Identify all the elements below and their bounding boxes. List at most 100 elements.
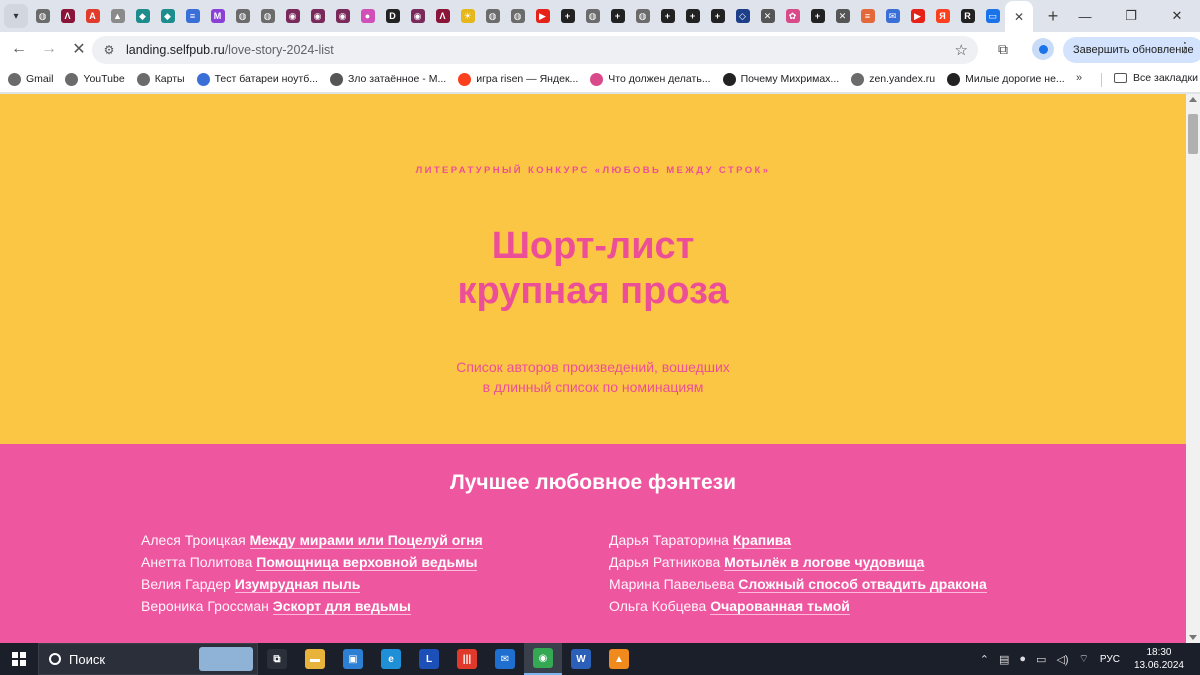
tray-icon[interactable]: ◁) — [1056, 653, 1068, 666]
browser-tab[interactable]: ◆ — [155, 1, 180, 31]
profile-avatar-icon[interactable] — [1032, 38, 1054, 60]
bookmark-item[interactable]: Gmail — [8, 72, 53, 86]
scroll-down-arrow-icon[interactable] — [1189, 635, 1197, 640]
browser-tab[interactable]: ● — [355, 1, 380, 31]
url-text[interactable]: landing.selfpub.ru/love-story-2024-list — [126, 43, 334, 57]
taskbar-app[interactable]: L — [410, 643, 448, 675]
stop-loading-icon[interactable]: ✕ — [64, 34, 94, 64]
more-menu-icon[interactable]: ⋮ — [1176, 39, 1194, 59]
browser-tab[interactable]: ◉ — [330, 1, 355, 31]
tray-icon[interactable]: ⌃ — [980, 653, 989, 666]
close-tab-icon[interactable]: ✕ — [1014, 10, 1024, 24]
bookmark-item[interactable]: Почему Михримах... — [722, 72, 839, 86]
bookmark-item[interactable]: Зло затаённое - М... — [329, 72, 446, 86]
bookmark-item[interactable]: игра risen — Яндек... — [458, 72, 578, 86]
taskbar-app[interactable]: e — [372, 643, 410, 675]
browser-tab[interactable]: + — [555, 1, 580, 31]
entry-title-link[interactable]: Крапива — [732, 532, 792, 549]
browser-tab[interactable]: + — [680, 1, 705, 31]
tray-icon[interactable]: ⌔ — [1079, 652, 1089, 666]
entry-title-link[interactable]: Сложный способ отвадить дракона — [738, 576, 987, 593]
language-indicator[interactable]: РУС — [1100, 654, 1120, 665]
tab-active[interactable]: ✕ — [1005, 1, 1033, 33]
bookmarks-overflow-button[interactable]: » — [1076, 72, 1082, 84]
browser-tab[interactable]: ◍ — [230, 1, 255, 31]
browser-tab[interactable]: M — [205, 1, 230, 31]
taskbar-app[interactable]: ▬ — [296, 643, 334, 675]
browser-tab[interactable]: ◍ — [30, 1, 55, 31]
browser-tab[interactable]: ✉ — [880, 1, 905, 31]
clock[interactable]: 18:30 13.06.2024 — [1134, 646, 1184, 672]
forward-arrow-icon[interactable]: → — [34, 34, 64, 64]
browser-tab[interactable]: ≡ — [855, 1, 880, 31]
entry-title-link[interactable]: Очарованная тьмой — [710, 598, 850, 615]
entry-title-link[interactable]: Эскорт для ведьмы — [272, 598, 411, 615]
browser-tab[interactable]: ◍ — [255, 1, 280, 31]
close-window-button[interactable]: ✕ — [1154, 0, 1200, 32]
browser-tab[interactable]: Λ — [430, 1, 455, 31]
bookmark-item[interactable]: Милые дорогие не... — [947, 72, 1065, 86]
browser-tab[interactable]: D — [380, 1, 405, 31]
browser-tab[interactable]: Я — [930, 1, 955, 31]
taskbar-app[interactable]: ▣ — [334, 643, 372, 675]
browser-tab[interactable]: ◍ — [580, 1, 605, 31]
browser-tab[interactable]: ◉ — [305, 1, 330, 31]
scroll-up-arrow-icon[interactable] — [1189, 97, 1197, 102]
entry-title-link[interactable]: Между мирами или Поцелуй огня — [249, 532, 483, 549]
scroll-thumb[interactable] — [1188, 114, 1198, 154]
browser-tab[interactable]: A — [80, 1, 105, 31]
browser-tab[interactable]: ◍ — [505, 1, 530, 31]
browser-tab[interactable]: R — [955, 1, 980, 31]
browser-tab[interactable]: + — [655, 1, 680, 31]
browser-tab[interactable]: ▲ — [105, 1, 130, 31]
entry-title-link[interactable]: Помощница верховной ведьмы — [256, 554, 478, 571]
taskbar-app[interactable]: ✉ — [486, 643, 524, 675]
start-button[interactable] — [0, 643, 38, 675]
bookmark-item[interactable]: Тест батареи ноутб... — [196, 72, 318, 86]
taskbar-app[interactable]: W — [562, 643, 600, 675]
site-info-icon[interactable]: ⚙ — [96, 43, 122, 57]
tray-icon[interactable]: ▭ — [1036, 653, 1046, 666]
extensions-puzzle-icon[interactable]: ⧉ — [992, 38, 1014, 60]
all-bookmarks-button[interactable]: Все закладки — [1114, 72, 1198, 84]
browser-tab[interactable]: ◇ — [730, 1, 755, 31]
restore-button[interactable]: ❐ — [1108, 0, 1154, 32]
minimize-button[interactable]: — — [1062, 0, 1108, 32]
browser-tab[interactable]: ✕ — [830, 1, 855, 31]
browser-tab[interactable]: Λ — [55, 1, 80, 31]
tray-icon[interactable]: ▤ — [999, 653, 1009, 666]
taskbar-app[interactable]: ◉ — [524, 643, 562, 675]
browser-tab[interactable]: ▶ — [530, 1, 555, 31]
bookmark-star-icon[interactable]: ☆ — [955, 41, 968, 59]
browser-tab[interactable]: ▶ — [905, 1, 930, 31]
browser-tab[interactable]: ▭ — [980, 1, 1005, 31]
tab-diamond-icon: ◇ — [735, 9, 750, 23]
tray-icon[interactable]: ● — [1019, 653, 1026, 665]
browser-tab[interactable]: + — [805, 1, 830, 31]
bookmark-item[interactable]: zen.yandex.ru — [851, 72, 935, 86]
browser-tab[interactable]: + — [605, 1, 630, 31]
browser-tab[interactable]: ≡ — [180, 1, 205, 31]
browser-tab[interactable]: ✿ — [780, 1, 805, 31]
browser-tab[interactable]: ✕ — [755, 1, 780, 31]
browser-tab[interactable]: ◆ — [130, 1, 155, 31]
entry-title-link[interactable]: Изумрудная пыль — [234, 576, 361, 593]
taskbar-app[interactable]: ▲ — [600, 643, 638, 675]
page-scrollbar[interactable] — [1186, 94, 1200, 643]
entry-title-link[interactable]: Мотылёк в логове чудовища — [724, 554, 925, 571]
bookmark-item[interactable]: YouTube — [65, 72, 125, 86]
browser-tab[interactable]: ◉ — [280, 1, 305, 31]
browser-tab[interactable]: + — [705, 1, 730, 31]
browser-tab[interactable]: ◍ — [630, 1, 655, 31]
taskbar-app[interactable]: ||| — [448, 643, 486, 675]
address-bar[interactable]: ⚙ landing.selfpub.ru/love-story-2024-lis… — [92, 36, 978, 64]
taskbar-search[interactable]: Поиск — [38, 643, 258, 675]
bookmark-item[interactable]: Карты — [136, 72, 185, 86]
browser-tab[interactable]: ☀ — [455, 1, 480, 31]
tab-search-menu-button[interactable]: ▾ — [4, 4, 28, 28]
browser-tab[interactable]: ◉ — [405, 1, 430, 31]
taskbar-app[interactable]: ⧉ — [258, 643, 296, 675]
bookmark-item[interactable]: Что должен делать... — [590, 72, 711, 86]
browser-tab[interactable]: ◍ — [480, 1, 505, 31]
back-arrow-icon[interactable]: ← — [4, 34, 34, 64]
